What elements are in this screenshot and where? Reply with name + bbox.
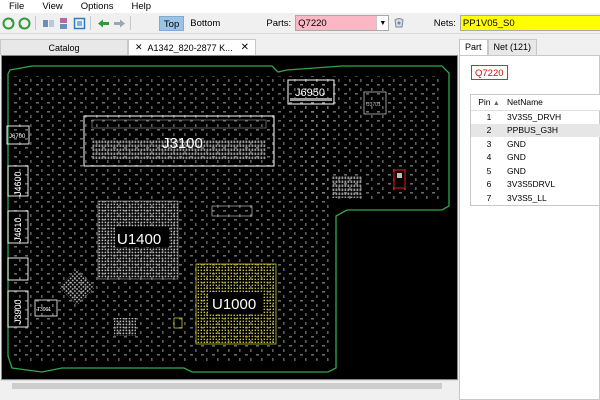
nets-value: PP1V05_S0 <box>462 17 515 29</box>
parts-value: Q7220 <box>298 17 327 29</box>
table-row[interactable]: 7 3V3S5_LL <box>471 191 600 205</box>
toolbar: Top Bottom Parts: Q7220 ▼ Nets: PP1V05_S… <box>0 13 600 34</box>
top-view-button[interactable]: Top <box>158 15 185 31</box>
panel-tabs: Part Net (121) <box>459 39 600 55</box>
flip-horizontal-icon[interactable] <box>42 16 55 30</box>
tab-part[interactable]: Part <box>459 39 488 55</box>
document-tabs: Catalog ✕ A1342_820-2877 K... ✕ <box>0 39 258 55</box>
chevron-down-icon[interactable]: ▼ <box>376 16 389 30</box>
toolbar-separator <box>34 16 36 30</box>
horizontal-scrollbar[interactable] <box>0 380 458 390</box>
menu-file[interactable]: File <box>0 0 33 13</box>
pin-cell: 6 <box>486 179 492 190</box>
q7220-highlight[interactable] <box>393 169 406 189</box>
table-row[interactable]: 2 PPBUS_G3H <box>471 123 600 137</box>
j4600-label: J4600 <box>13 171 23 196</box>
tab-net[interactable]: Net (121) <box>487 39 538 55</box>
u1400-label: U1400 <box>117 231 161 248</box>
rotate-green-icon[interactable] <box>17 16 31 30</box>
tab-board-label: A1342_820-2877 K... <box>147 42 233 53</box>
t3901-label: T3901 <box>37 307 51 313</box>
netname-column-header[interactable]: NetName <box>507 95 600 111</box>
small-chip[interactable] <box>332 176 362 198</box>
part-panel: Part Net (121) Q7220 Pin ▲ NetName 1 3V3S… <box>459 39 600 400</box>
selected-part-name: Q7220 <box>471 65 508 80</box>
u3701-label: U3701 <box>366 102 381 108</box>
pin-cell: 7 <box>486 192 492 203</box>
net-cell: GND <box>507 152 526 163</box>
net-cell: 3V3S5_LL <box>507 192 547 203</box>
close-tab-icon[interactable]: ✕ <box>241 42 249 53</box>
tab-board[interactable]: ✕ A1342_820-2877 K... ✕ <box>128 39 256 55</box>
zoom-fit-icon[interactable] <box>73 16 86 30</box>
net-cell: GND <box>507 165 526 176</box>
pin-table: Pin ▲ NetName 1 3V3S5_DRVH 2 PPBUS_G3H 3 GN… <box>470 94 600 206</box>
toolbar-separator <box>90 16 92 30</box>
pin-column-header[interactable]: Pin ▲ <box>471 95 507 111</box>
j3900-label: J3900 <box>13 299 23 324</box>
q7220-pad <box>397 173 402 178</box>
flip-vertical-icon[interactable] <box>57 16 70 30</box>
j4610-label: J4610 <box>13 217 23 242</box>
j6950-label: J6950 <box>295 87 325 99</box>
parts-label: Parts: <box>266 17 292 29</box>
tab-catalog-label: Catalog <box>48 42 80 53</box>
menu-help[interactable]: Help <box>122 0 160 13</box>
pin-cell: 4 <box>486 152 492 163</box>
pin-cell: 2 <box>471 123 507 137</box>
toolbar-separator <box>129 16 131 30</box>
scrollbar-thumb[interactable] <box>12 383 442 389</box>
pin-cell: 5 <box>486 165 492 176</box>
parts-combo[interactable]: Q7220 ▼ <box>295 15 390 31</box>
net-cell: 3V3S5DRVL <box>507 179 556 190</box>
forward-arrow-icon[interactable] <box>113 16 126 30</box>
board-canvas[interactable]: J3100 J6950 U3701 U1400 U1000 J6700 J460… <box>2 56 458 380</box>
part-panel-body: Q7220 Pin ▲ NetName 1 3V3S5_DRVH 2 PPBUS_G… <box>459 55 600 400</box>
j3100-label: J3100 <box>162 135 203 152</box>
bottom-view-button[interactable]: Bottom <box>186 16 224 31</box>
j6700-label: J6700 <box>9 134 26 140</box>
u1000-label: U1000 <box>212 296 256 313</box>
board-view[interactable]: J3100 J6950 U3701 U1400 U1000 J6700 J460… <box>1 55 458 380</box>
table-row[interactable]: 4 GND <box>471 151 600 165</box>
menu-view[interactable]: View <box>33 0 71 13</box>
menu-bar: File View Options Help <box>0 0 600 13</box>
small-bga-chip[interactable] <box>114 318 136 336</box>
table-row[interactable]: 3 GND <box>471 137 600 151</box>
table-row[interactable]: 5 GND <box>471 164 600 178</box>
net-cell: GND <box>507 138 526 149</box>
clear-part-icon[interactable] <box>392 16 405 30</box>
table-row[interactable]: 6 3V3S5DRVL <box>471 178 600 192</box>
pin-cell: 3 <box>486 138 492 149</box>
menu-options[interactable]: Options <box>72 0 123 13</box>
back-arrow-icon[interactable] <box>97 16 110 30</box>
nets-combo[interactable]: PP1V05_S0 <box>459 15 600 31</box>
refresh-green-icon[interactable] <box>2 16 15 30</box>
pin-cell: 1 <box>486 112 492 122</box>
nets-label: Nets: <box>433 17 456 29</box>
net-cell: 3V3S5_DRVH <box>507 112 562 122</box>
sort-up-icon: ▲ <box>492 100 500 108</box>
tab-catalog[interactable]: Catalog <box>0 39 128 55</box>
pin-tab-icon[interactable]: ✕ <box>135 42 143 53</box>
table-row[interactable]: 1 3V3S5_DRVH <box>471 110 600 124</box>
net-cell: PPBUS_G3H <box>507 123 600 137</box>
